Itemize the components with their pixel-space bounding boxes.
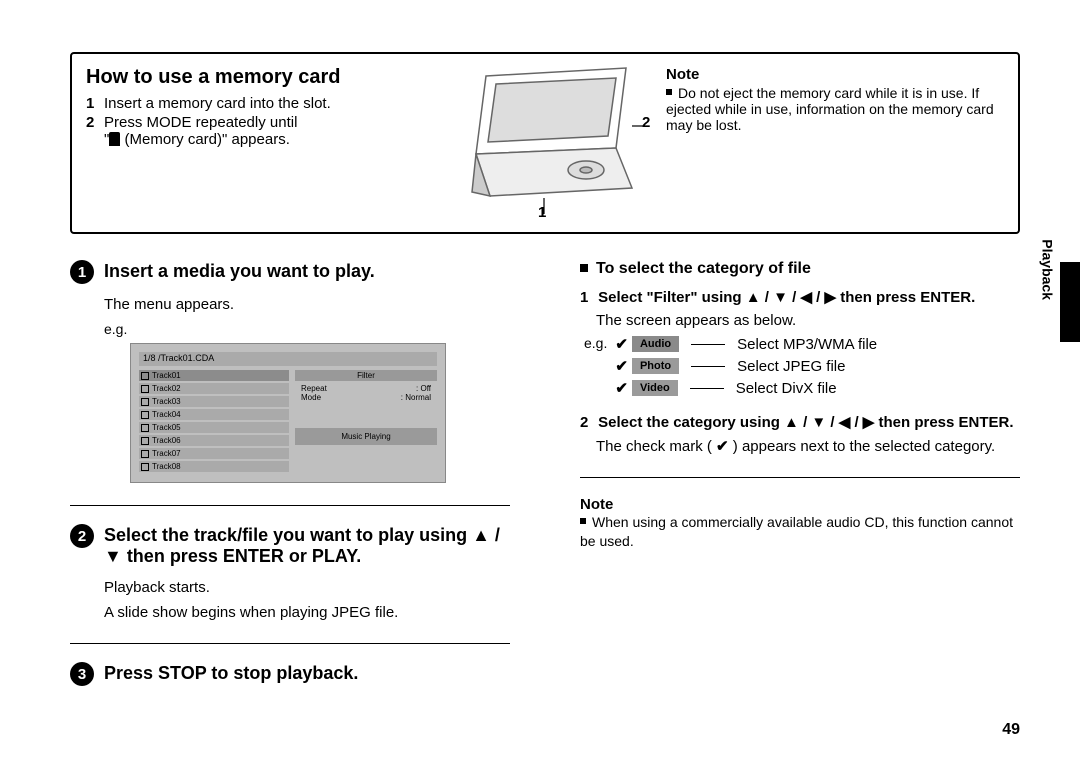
filter-chip-audio: Audio xyxy=(632,336,679,352)
leader-line xyxy=(690,388,724,389)
track-row: Track06 xyxy=(139,435,289,446)
eg-label-1: e.g. xyxy=(104,321,510,337)
track-row: Track02 xyxy=(139,383,289,394)
substep-num-2: 2 xyxy=(580,414,594,431)
right-column: To select the category of file 1 Select … xyxy=(580,260,1020,698)
slide-show-text: A slide show begins when playing JPEG fi… xyxy=(104,604,510,621)
side-tab-label: Playback xyxy=(1040,239,1056,300)
track-row: Track07 xyxy=(139,448,289,459)
eg-label-2: e.g. xyxy=(584,335,607,351)
top-step-num-2: 2 xyxy=(86,114,104,148)
filter-desc-audio: Select MP3/WMA file xyxy=(737,336,877,353)
filter-desc-video: Select DivX file xyxy=(736,380,837,397)
divider xyxy=(70,643,510,644)
divider xyxy=(70,505,510,506)
track-row: Track05 xyxy=(139,422,289,433)
page-number: 49 xyxy=(1002,721,1020,739)
check-icon: ✔ xyxy=(615,357,628,375)
filter-chip-photo: Photo xyxy=(632,358,679,374)
step-badge-1: 1 xyxy=(70,260,94,284)
top-step-1: Insert a memory card into the slot. xyxy=(104,95,436,112)
substep-1-text: The screen appears as below. xyxy=(596,312,1020,329)
check-icon: ✔ xyxy=(615,379,628,397)
step-badge-2: 2 xyxy=(70,524,94,548)
status-label: Music Playing xyxy=(295,428,437,445)
track-row: Track04 xyxy=(139,409,289,420)
top-step-2: Press MODE repeatedly until " (Memory ca… xyxy=(104,114,436,148)
note-text-2: When using a commercially available audi… xyxy=(580,513,1020,551)
step-1-title: Insert a media you want to play. xyxy=(104,260,510,284)
callout-1: 1 xyxy=(538,204,546,221)
substep-num-1: 1 xyxy=(580,289,594,306)
device-illustration: 1 2 xyxy=(446,66,656,220)
note-heading: Note xyxy=(666,66,1004,83)
check-icon: ✔ xyxy=(615,335,628,353)
substep-1-title: Select "Filter" using ▲ / ▼ / ◀ / ▶ then… xyxy=(598,289,975,306)
memory-card-title: How to use a memory card xyxy=(86,66,436,89)
track-row: Track03 xyxy=(139,396,289,407)
square-bullet-icon xyxy=(580,264,588,272)
track-row: Track08 xyxy=(139,461,289,472)
menu-screenshot: 1/8 /Track01.CDA Track01 Track02 Track03… xyxy=(130,343,446,483)
substep-2-text: The check mark ( ✔ ) appears next to the… xyxy=(596,437,1020,455)
filter-panel: Filter Repeat: Off Mode: Normal Music Pl… xyxy=(295,370,437,474)
screen-header: 1/8 /Track01.CDA xyxy=(139,352,437,366)
note-text: Do not eject the memory card while it is… xyxy=(666,85,994,133)
left-column: 1 Insert a media you want to play. The m… xyxy=(70,260,510,698)
side-tab xyxy=(1060,262,1080,342)
track-row: Track01 xyxy=(139,370,289,381)
playback-starts-text: Playback starts. xyxy=(104,579,510,596)
top-step-num-1: 1 xyxy=(86,95,104,112)
bullet-icon xyxy=(580,518,586,524)
filter-chip-video: Video xyxy=(632,380,678,396)
track-list: Track01 Track02 Track03 Track04 Track05 … xyxy=(139,370,289,474)
memory-card-icon xyxy=(109,132,120,146)
leader-line xyxy=(691,366,725,367)
top-note: Note Do not eject the memory card while … xyxy=(666,66,1004,220)
filter-label: Filter xyxy=(295,370,437,381)
filter-desc-photo: Select JPEG file xyxy=(737,358,845,375)
memory-card-text: How to use a memory card 1 Insert a memo… xyxy=(86,66,436,220)
menu-appears-text: The menu appears. xyxy=(104,296,510,313)
step-3-title: Press STOP to stop playback. xyxy=(104,662,510,686)
divider xyxy=(580,477,1020,478)
note-heading-2: Note xyxy=(580,496,1020,513)
substep-2-title: Select the category using ▲ / ▼ / ◀ / ▶ … xyxy=(598,414,1013,431)
check-icon: ✔ xyxy=(716,438,729,455)
leader-line xyxy=(691,344,725,345)
bullet-icon xyxy=(666,89,672,95)
step-2-title: Select the track/file you want to play u… xyxy=(104,524,510,567)
category-heading: To select the category of file xyxy=(580,260,1020,278)
memory-card-box: How to use a memory card 1 Insert a memo… xyxy=(70,52,1020,234)
portable-dvd-player-illustration xyxy=(446,66,646,216)
callout-2: 2 xyxy=(642,114,650,131)
step-badge-3: 3 xyxy=(70,662,94,686)
